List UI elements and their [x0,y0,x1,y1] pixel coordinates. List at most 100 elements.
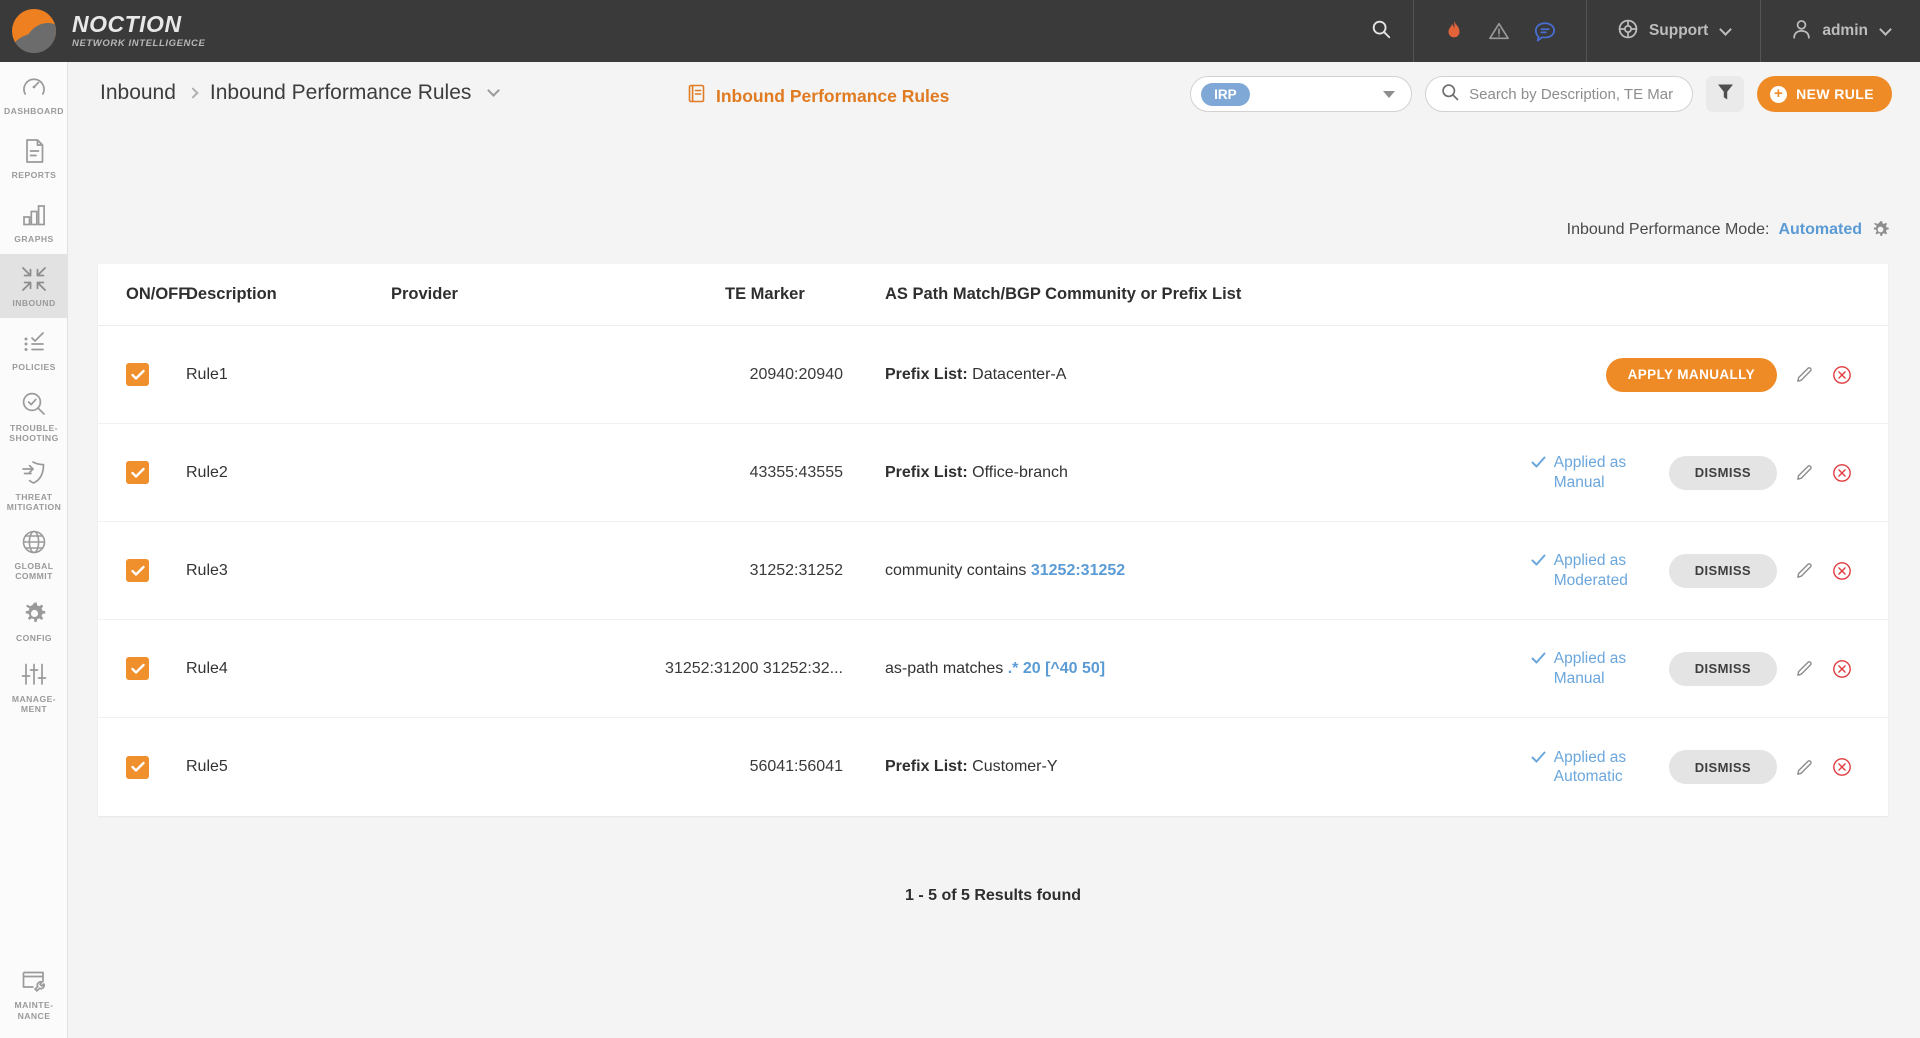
row-onoff-cell [98,363,186,386]
sidebar-item-graphs[interactable]: GRAPHS [0,190,68,254]
funnel-icon [1717,83,1734,106]
brand-tagline: NETWORK INTELLIGENCE [72,38,206,50]
sidebar-item-reports[interactable]: REPORTS [0,126,68,190]
mode-value: Automated [1778,220,1862,238]
delete-circle-icon[interactable] [1832,757,1852,777]
rule-match-value: 31252:31252 [1030,561,1126,579]
sidebar-item-threat-mitigation[interactable]: THREAT MITIGATION [0,451,68,520]
main-content: Inbound Inbound Performance Rules Inboun… [68,62,1920,1038]
gear-icon[interactable] [1871,220,1890,239]
new-rule-button[interactable]: + NEW RULE [1757,76,1892,112]
noction-logo-icon [12,9,56,53]
sidebar-item-policies[interactable]: POLICIES [0,318,68,382]
sidebar-item-troubleshooting[interactable]: TROUBLE- SHOOTING [0,382,68,451]
delete-circle-icon[interactable] [1832,659,1852,679]
rule-te-marker: 20940:20940 [749,365,843,383]
pencil-icon[interactable] [1795,758,1814,777]
delete-circle-icon[interactable] [1832,463,1852,483]
brand-text: NOCTION NETWORK INTELLIGENCE [72,13,205,49]
pencil-icon[interactable] [1795,365,1814,384]
chevron-down-icon[interactable] [487,84,501,97]
sidebar-item-global-commit[interactable]: GLOBAL COMMIT [0,520,68,589]
globe-icon [21,529,47,555]
dismiss-button[interactable]: DISMISS [1668,651,1777,686]
sidebar-bottom-group: MAINTE- NANCE [0,959,68,1028]
rule-status: Applied as Moderated [1531,551,1651,590]
sidebar-item-label: MANAGE- MENT [11,693,57,715]
sidebar-item-maintenance[interactable]: MAINTE- NANCE [0,959,68,1028]
toolbar: IRP + NEW RULE [1190,76,1892,112]
table-row[interactable]: Rule5 56041:56041 Prefix List: Customer-… [98,718,1888,816]
sidebar-item-label: CONFIG [15,632,53,643]
warning-triangle-icon[interactable] [1488,21,1510,41]
sidebar-item-dashboard[interactable]: DASHBOARD [0,62,68,126]
rule-status-text: Applied as Manual [1553,650,1627,687]
sidebar-item-inbound[interactable]: INBOUND [0,254,68,318]
sidebar-item-label: DASHBOARD [4,105,64,116]
inbound-performance-mode: Inbound Performance Mode: Automated [1567,220,1890,239]
rule-enabled-checkbox[interactable] [126,559,149,582]
rule-match: Prefix List: Customer-Y [843,758,1273,776]
rule-match: Prefix List: Office-branch [843,464,1273,482]
flame-icon[interactable] [1444,20,1464,42]
rule-match: community contains 31252:31252 [843,562,1273,580]
pencil-icon[interactable] [1795,463,1814,482]
rule-enabled-checkbox[interactable] [126,363,149,386]
rule-enabled-checkbox[interactable] [126,755,149,779]
sidebar-item-label: THREAT MITIGATION [6,491,62,513]
rule-status: Applied as Manual [1531,453,1651,492]
global-search-button[interactable] [1349,18,1413,45]
page-header-row: Inbound Inbound Performance Rules Inboun… [68,62,1920,124]
sliders-icon [21,662,47,688]
dismiss-button[interactable]: DISMISS [1668,553,1777,588]
search-box[interactable] [1425,76,1694,112]
row-onoff-cell [98,657,186,680]
chevron-down-icon [1879,22,1892,36]
row-actions: Applied as Manual DISMISS [1273,649,1888,688]
rule-te-marker: 43355:43555 [749,463,843,481]
lifebuoy-icon [1617,18,1639,45]
search-input[interactable] [1467,84,1681,104]
rule-enabled-checkbox[interactable] [126,461,149,484]
rule-match-label: Prefix List: [885,463,968,481]
check-icon [1531,553,1546,572]
chevron-down-icon [1719,22,1733,36]
delete-circle-icon[interactable] [1832,561,1852,581]
dismiss-button[interactable]: DISMISS [1668,455,1777,490]
column-header-provider: Provider [391,285,458,303]
table-row[interactable]: Rule4 31252:31200 31252:32... as-path ma… [98,620,1888,718]
table-row[interactable]: Rule3 31252:31252 community contains 312… [98,522,1888,620]
pencil-icon[interactable] [1795,561,1814,580]
sidebar-item-management[interactable]: MANAGE- MENT [0,653,68,722]
checklist-icon [21,330,47,356]
dismiss-button[interactable]: DISMISS [1668,750,1777,784]
apply-manually-button[interactable]: APPLY MANUALLY [1605,357,1777,392]
filter-button[interactable] [1706,76,1745,112]
chat-bubble-icon[interactable] [1534,21,1556,42]
breadcrumb: Inbound Inbound Performance Rules [100,81,501,105]
sidebar-item-label: MAINTE- NANCE [14,1000,54,1021]
user-menu[interactable]: admin [1761,0,1920,62]
column-header-match: AS Path Match/BGP Community or Prefix Li… [885,285,1242,303]
app-logo[interactable] [0,0,68,62]
rule-description: Rule5 [186,758,228,775]
table-row[interactable]: Rule2 43355:43555 Prefix List: Office-br… [98,424,1888,522]
row-onoff-cell [98,461,186,484]
sidebar-item-label: TROUBLE- SHOOTING [9,423,59,444]
chevron-right-icon [187,87,199,99]
tab-inbound-performance-rules[interactable]: Inbound Performance Rules [688,84,949,108]
table-row[interactable]: Rule1 20940:20940 Prefix List: Datacente… [98,326,1888,424]
sidebar-item-config[interactable]: CONFIG [0,589,68,653]
delete-circle-icon[interactable] [1832,365,1852,385]
rule-te-marker: 31252:31252 [749,561,843,579]
caret-down-icon [1383,90,1396,98]
support-menu[interactable]: Support [1587,0,1760,62]
irp-selector[interactable]: IRP [1190,76,1413,112]
sidebar-item-label: POLICIES [12,361,56,372]
row-actions: APPLY MANUALLY [1273,357,1888,392]
rule-enabled-checkbox[interactable] [126,657,149,680]
rule-description: Rule4 [186,659,228,677]
breadcrumb-parent[interactable]: Inbound [100,81,176,105]
pencil-icon[interactable] [1795,659,1814,678]
search-icon [1370,18,1392,45]
